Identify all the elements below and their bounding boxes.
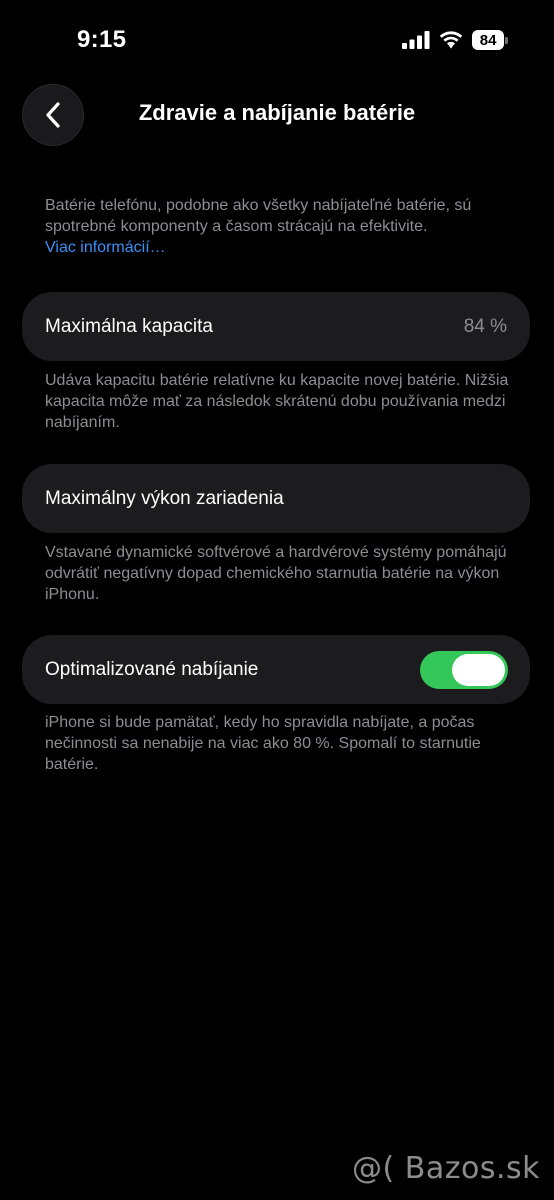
battery-level: 84 — [472, 30, 505, 50]
page-title: Zdravie a nabíjanie batérie — [138, 100, 416, 125]
intro-text: Batérie telefónu, podobne ako všetky nab… — [45, 197, 472, 235]
battery-tip — [505, 36, 508, 44]
status-bar: 9:15 84 — [0, 0, 554, 84]
status-time: 9:15 — [77, 26, 127, 53]
status-icons: 84 — [402, 30, 508, 50]
intro-text-block: Batérie telefónu, podobne ako všetky nab… — [45, 195, 515, 258]
peak-performance-row: Maximálny výkon zariadenia — [22, 464, 530, 533]
wifi-icon — [439, 31, 463, 49]
watermark: @( Bazos.sk — [352, 1151, 540, 1186]
optimized-charging-label: Optimalizované nabíjanie — [45, 658, 259, 680]
max-capacity-row: Maximálna kapacita 84 % — [22, 292, 530, 361]
max-capacity-value: 84 % — [463, 315, 507, 337]
max-capacity-label: Maximálna kapacita — [45, 315, 213, 337]
learn-more-link[interactable]: Viac informácií… — [45, 237, 515, 258]
peak-performance-footnote: Vstavané dynamické softvérové a hardvéro… — [45, 544, 507, 603]
optimized-charging-row: Optimalizované nabíjanie — [22, 635, 530, 704]
signal-icon — [402, 31, 430, 49]
optimized-charging-footnote: iPhone si bude pamätať, kedy ho spravidl… — [45, 714, 481, 773]
battery-icon: 84 — [472, 30, 508, 50]
peak-performance-label: Maximálny výkon zariadenia — [45, 487, 284, 509]
max-capacity-footnote: Udáva kapacitu batérie relatívne ku kapa… — [45, 372, 509, 431]
optimized-charging-toggle[interactable] — [420, 650, 508, 689]
toggle-knob[interactable] — [452, 653, 505, 686]
